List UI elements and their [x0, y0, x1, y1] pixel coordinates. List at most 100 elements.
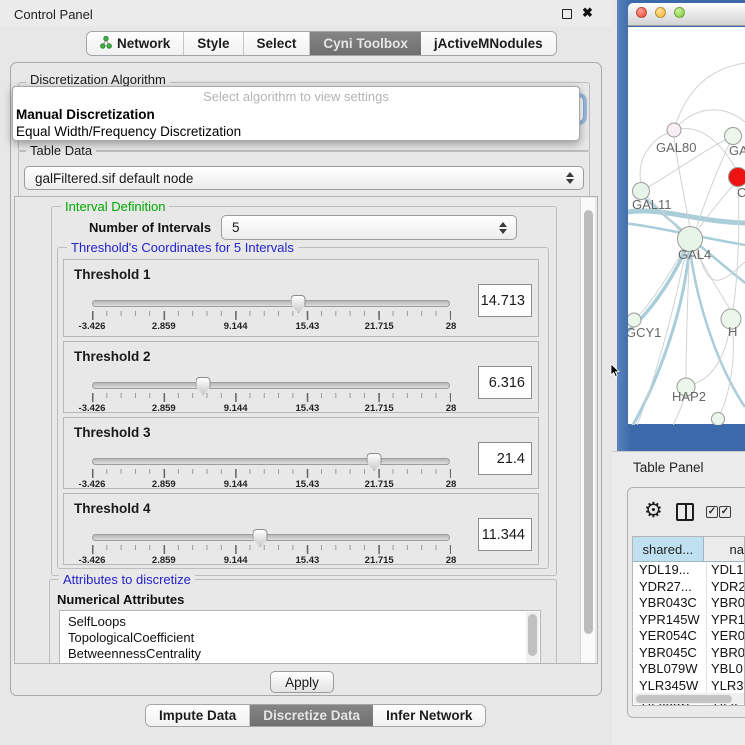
- cell-name[interactable]: YPR1: [707, 612, 744, 629]
- column-header-name[interactable]: na: [704, 537, 744, 561]
- table-row[interactable]: YLR345WYLR3: [633, 678, 744, 695]
- table-row[interactable]: YBR045CYBR0: [633, 645, 744, 662]
- cell-shared-name[interactable]: YLR345W: [633, 678, 707, 695]
- settings-scrollbar[interactable]: [580, 198, 595, 664]
- network-edge[interactable]: [733, 187, 739, 309]
- cell-name[interactable]: YDR2: [707, 579, 744, 596]
- node-label: H: [728, 324, 737, 339]
- cell-name[interactable]: YBR0: [707, 645, 744, 662]
- mac-minimize-button[interactable]: [655, 7, 666, 18]
- network-graph: GAL80GACGAL11GAL4GCY1HHAP2: [628, 27, 745, 425]
- threshold-3-value-field[interactable]: 21.4: [478, 442, 532, 475]
- threshold-4-value-field[interactable]: 11.344: [478, 518, 532, 551]
- cell-shared-name[interactable]: YBR043C: [633, 595, 707, 612]
- tick-label: -3.426: [79, 555, 106, 566]
- table-row[interactable]: YDL19...YDL1: [633, 562, 744, 579]
- network-canvas[interactable]: GAL80GACGAL11GAL4GCY1HHAP2: [628, 27, 745, 424]
- slider-tick-labels: -3.4262.8599.14415.4321.71528: [92, 403, 451, 415]
- list-item[interactable]: SelfLoops: [60, 614, 540, 630]
- cell-name[interactable]: YER0: [707, 628, 744, 645]
- tab-network[interactable]: Network: [87, 32, 184, 55]
- combo-arrows-icon: [566, 172, 574, 184]
- mac-close-button[interactable]: [636, 7, 647, 18]
- numerical-attributes-label: Numerical Attributes: [57, 592, 184, 607]
- tick-label: 28: [446, 555, 457, 566]
- network-edge[interactable]: [674, 110, 745, 130]
- table-body: YDL19...YDL1YDR27...YDR2YBR043CYBR0YPR14…: [633, 562, 744, 706]
- table-row[interactable]: YBL079WYBL0: [633, 661, 744, 678]
- tab-select[interactable]: Select: [244, 32, 311, 55]
- cell-shared-name[interactable]: YBR045C: [633, 645, 707, 662]
- cell-name[interactable]: YBL0: [707, 661, 744, 678]
- cell-shared-name[interactable]: YPR145W: [633, 612, 707, 629]
- cell-name[interactable]: YBR0: [707, 595, 744, 612]
- threshold-3-panel: Threshold 3 -3.4262.8599.14415.4321.7152…: [63, 417, 539, 489]
- threshold-1-slider[interactable]: [92, 300, 450, 307]
- table-row[interactable]: YER054CYER0: [633, 628, 744, 645]
- threshold-2-slider[interactable]: [92, 382, 450, 389]
- attributes-group-title: Attributes to discretize: [59, 572, 195, 587]
- tab-style[interactable]: Style: [184, 32, 243, 55]
- apply-button[interactable]: Apply: [270, 671, 334, 693]
- network-icon: [100, 36, 112, 52]
- slider-ticks: [92, 393, 451, 402]
- cell-shared-name[interactable]: YDR27...: [633, 579, 707, 596]
- list-item[interactable]: BetweennessCentrality: [60, 646, 540, 662]
- tick-label: 21.715: [365, 479, 394, 490]
- tab-discretize-data[interactable]: Discretize Data: [250, 705, 373, 726]
- list-scrollbar[interactable]: [526, 612, 539, 664]
- network-node[interactable]: [729, 168, 745, 187]
- list-item[interactable]: TopologicalCoefficient: [60, 630, 540, 646]
- network-node[interactable]: [667, 123, 681, 137]
- number-of-intervals-combo[interactable]: 5: [221, 215, 517, 240]
- network-edge[interactable]: [696, 136, 733, 229]
- cell-shared-name[interactable]: YBL079W: [633, 661, 707, 678]
- threshold-1-value-field[interactable]: 14.713: [478, 284, 532, 317]
- slider-tick-labels: -3.4262.8599.14415.4321.71528: [92, 479, 451, 491]
- dropdown-placeholder-item[interactable]: Select algorithm to view settings: [13, 87, 579, 106]
- cell-shared-name[interactable]: YER054C: [633, 628, 707, 645]
- threshold-3-slider[interactable]: [92, 458, 450, 465]
- threshold-4-slider[interactable]: [92, 534, 450, 541]
- tab-cyni-toolbox[interactable]: Cyni Toolbox: [310, 32, 421, 55]
- dropdown-item-manual-discretization[interactable]: Manual Discretization: [13, 106, 579, 123]
- tick-label: -3.426: [79, 479, 106, 490]
- table-hscrollbar[interactable]: [634, 693, 745, 704]
- network-node[interactable]: [712, 413, 725, 426]
- column-header-shared-name[interactable]: shared...: [633, 537, 704, 561]
- columns-icon[interactable]: [676, 503, 694, 521]
- tick-label: 2.859: [152, 403, 176, 414]
- scrollbar-thumb[interactable]: [584, 210, 593, 634]
- mouse-cursor: [610, 364, 622, 378]
- node-label: GAL4: [678, 247, 711, 262]
- tab-jactivemnodules[interactable]: jActiveMNodules: [421, 32, 556, 55]
- cell-name[interactable]: YDL1: [707, 562, 744, 579]
- table-data-combo[interactable]: galFiltered.sif default node: [24, 166, 584, 190]
- combo-arrows-icon: [499, 222, 507, 234]
- tick-label: -3.426: [79, 403, 106, 414]
- scrollbar-thumb[interactable]: [636, 695, 732, 703]
- mac-zoom-button[interactable]: [674, 7, 685, 18]
- float-window-icon[interactable]: [562, 9, 572, 19]
- threshold-2-value-field[interactable]: 6.316: [478, 366, 532, 399]
- tab-impute-data[interactable]: Impute Data: [146, 705, 250, 726]
- table-row[interactable]: YBR043CYBR0: [633, 595, 744, 612]
- gear-icon[interactable]: ⚙: [644, 500, 663, 521]
- table-row[interactable]: YPR145WYPR1: [633, 612, 744, 629]
- cell-name[interactable]: YLR3: [707, 678, 744, 695]
- number-of-intervals-label: Number of Intervals: [89, 220, 211, 235]
- network-edge[interactable]: [628, 211, 745, 223]
- close-icon[interactable]: ✖: [582, 5, 593, 21]
- screen: Control Panel ✖ Network Style Select Cyn…: [0, 0, 745, 745]
- table-row[interactable]: YDR27...YDR2: [633, 579, 744, 596]
- network-node[interactable]: [725, 128, 742, 145]
- tab-infer-network[interactable]: Infer Network: [373, 705, 485, 726]
- tick-label: 2.859: [152, 555, 176, 566]
- dropdown-item-equal-width[interactable]: Equal Width/Frequency Discretization: [13, 123, 579, 140]
- node-label: GA: [729, 143, 745, 158]
- interval-definition-title: Interval Definition: [61, 199, 169, 214]
- tick-label: 21.715: [365, 403, 394, 414]
- select-columns-icons[interactable]: ✓ ✓: [706, 506, 731, 518]
- node-label: GAL11: [632, 197, 672, 212]
- cell-shared-name[interactable]: YDL19...: [633, 562, 707, 579]
